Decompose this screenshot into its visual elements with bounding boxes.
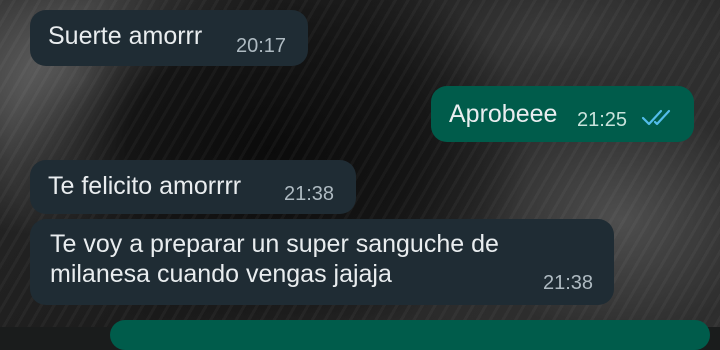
message-timestamp: 21:38 xyxy=(543,272,594,294)
message-text: Aprobeee xyxy=(449,100,558,128)
message-text: Te felicito amorrrr xyxy=(48,172,242,200)
message-timestamp: 21:25 xyxy=(577,109,628,131)
message-text-line: milanesa cuando vengas jajaja xyxy=(50,260,392,288)
message-bubble-outgoing-partial[interactable] xyxy=(110,320,710,350)
message-bubble-incoming[interactable]: Te voy a preparar un super sanguche de m… xyxy=(30,219,614,305)
message-timestamp: 20:17 xyxy=(236,35,287,57)
message-bubble-outgoing[interactable]: Aprobeee 21:25 xyxy=(431,86,694,142)
message-text: Suerte amorrr xyxy=(48,22,203,50)
message-timestamp: 21:38 xyxy=(284,183,335,205)
double-check-icon xyxy=(641,109,671,126)
message-bubble-incoming[interactable]: Suerte amorrr 20:17 xyxy=(30,10,308,66)
message-bubble-incoming[interactable]: Te felicito amorrrr 21:38 xyxy=(30,160,356,214)
message-text-line: Te voy a preparar un super sanguche de xyxy=(50,230,499,258)
